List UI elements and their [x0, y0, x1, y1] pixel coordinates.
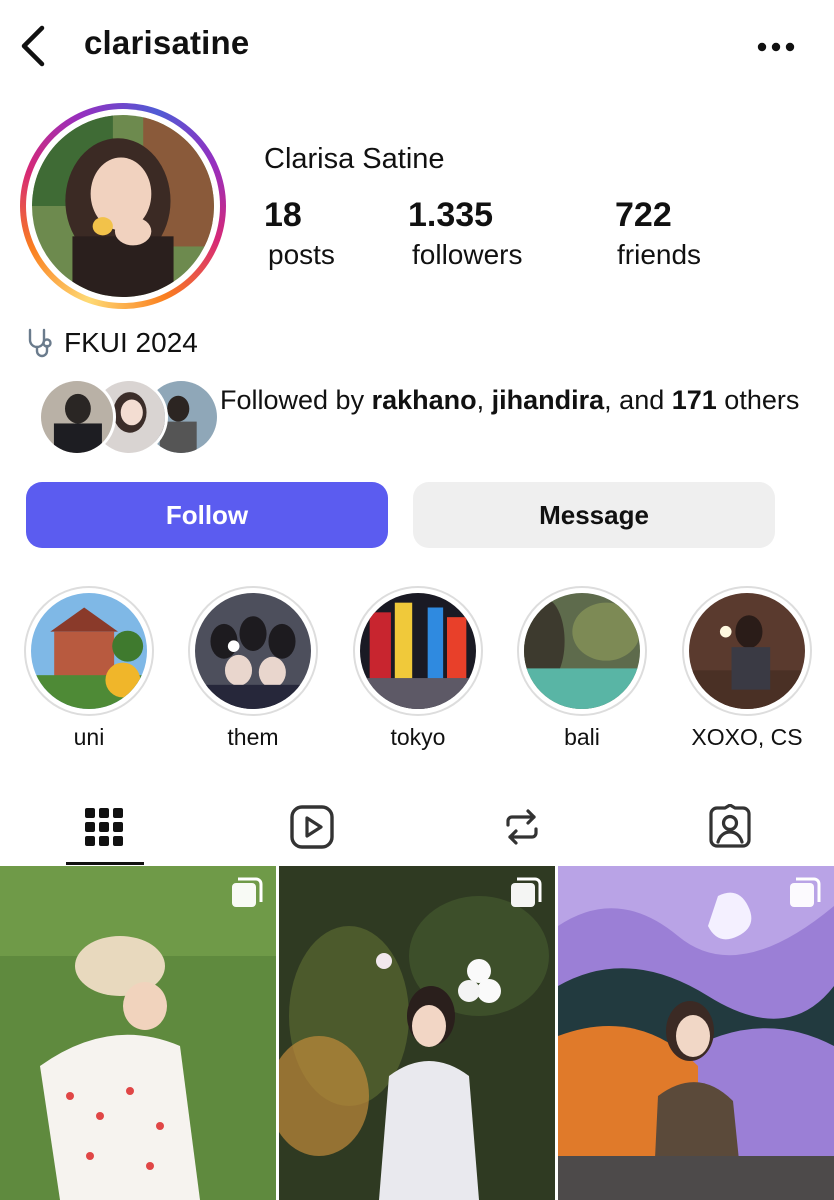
- friends-count: 722: [615, 196, 672, 234]
- more-options-button[interactable]: [752, 30, 800, 64]
- chevron-left-icon: [21, 25, 45, 67]
- tab-posts-grid[interactable]: [64, 788, 144, 866]
- more-horizontal-icon: [757, 42, 795, 52]
- profile-username: clarisatine: [84, 24, 250, 61]
- active-tab-indicator: [66, 862, 144, 865]
- highlight-bali[interactable]: bali: [517, 586, 647, 751]
- reposts-icon: [506, 809, 538, 845]
- followers-label: followers: [412, 239, 523, 270]
- grid-icon: [85, 808, 123, 846]
- carousel-icon: [232, 877, 263, 907]
- highlight-label: XOXO, CS: [691, 724, 803, 750]
- profile-header: clarisatine: [0, 0, 834, 92]
- highlight-them[interactable]: them: [188, 586, 318, 751]
- posts-stat[interactable]: 18 posts: [264, 196, 335, 271]
- friends-stat[interactable]: 722 friends: [615, 196, 701, 271]
- tagged-icon: [709, 804, 751, 848]
- highlight-tokyo[interactable]: tokyo: [353, 586, 483, 751]
- followers-stat[interactable]: 1.335 followers: [408, 196, 522, 271]
- post-thumbnail[interactable]: [0, 866, 276, 1200]
- highlight-label: them: [227, 724, 279, 750]
- highlight-cover: [360, 593, 476, 709]
- followed-by-suffix: others: [716, 385, 800, 415]
- follow-button[interactable]: Follow: [26, 482, 388, 548]
- tab-tagged[interactable]: [690, 788, 770, 866]
- friends-label: friends: [617, 239, 702, 270]
- highlight-cover: [524, 593, 640, 709]
- highlight-label: uni: [73, 724, 105, 750]
- display-name: Clarisa Satine: [264, 143, 445, 175]
- highlight-uni[interactable]: uni: [24, 586, 154, 751]
- mutual-user-rakhano[interactable]: rakhano: [372, 385, 477, 415]
- mutual-others-count: 171: [671, 385, 717, 415]
- profile-bio: FKUI 2024: [24, 326, 198, 360]
- mutual-followers-avatars[interactable]: [38, 378, 220, 456]
- followers-count: 1.335: [408, 196, 494, 234]
- posts-grid: [0, 866, 834, 1200]
- followed-by-prefix: Followed by: [220, 385, 372, 415]
- posts-count: 18: [264, 196, 302, 234]
- highlight-label: bali: [564, 724, 600, 750]
- followed-by-separator: ,: [476, 385, 492, 415]
- post-thumbnail[interactable]: [279, 866, 555, 1200]
- highlight-xoxo-cs[interactable]: XOXO, CS: [682, 586, 812, 751]
- highlight-label: tokyo: [390, 724, 446, 750]
- carousel-icon: [790, 877, 821, 907]
- bio-text: FKUI 2024: [64, 327, 198, 358]
- posts-label: posts: [268, 239, 335, 270]
- followed-by-and: , and: [604, 385, 672, 415]
- reels-icon: [290, 805, 334, 849]
- mutual-user-jihandira[interactable]: jihandira: [492, 385, 605, 415]
- mutual-avatar: [38, 378, 116, 456]
- profile-tabs: [0, 788, 834, 866]
- tab-reels[interactable]: [272, 788, 352, 866]
- highlight-cover: [689, 593, 805, 709]
- back-button[interactable]: [14, 22, 54, 70]
- post-thumbnail[interactable]: [558, 866, 834, 1200]
- carousel-icon: [511, 877, 542, 907]
- avatar: [32, 115, 214, 297]
- stethoscope-icon: [28, 328, 52, 358]
- profile-avatar-story-ring[interactable]: [20, 103, 226, 309]
- message-button[interactable]: Message: [413, 482, 775, 548]
- tab-reposts[interactable]: [482, 788, 562, 866]
- highlight-cover: [195, 593, 311, 709]
- highlight-cover: [31, 593, 147, 709]
- followed-by-text[interactable]: Followed by rakhano, jihandira, and 171 …: [220, 382, 800, 418]
